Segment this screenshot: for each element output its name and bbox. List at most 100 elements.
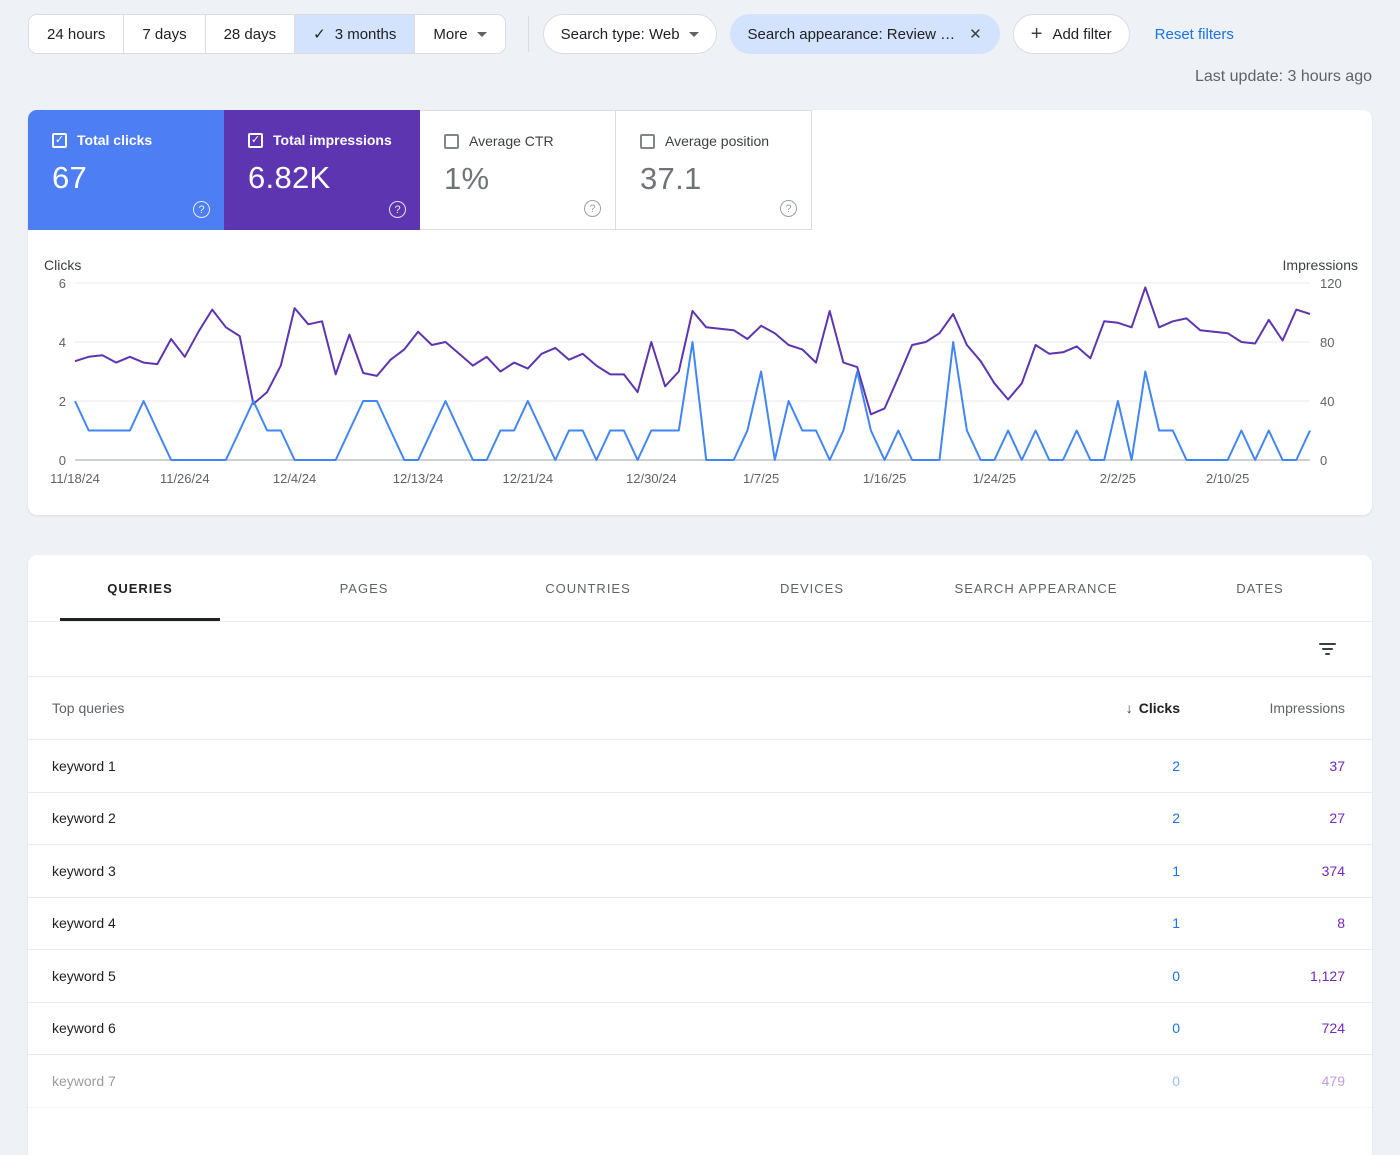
- tab-dates[interactable]: DATES: [1148, 555, 1372, 621]
- query-cell[interactable]: keyword 3: [52, 863, 1060, 879]
- performance-summary-panel: ✓Total clicks67?✓Total impressions6.82K?…: [28, 110, 1372, 515]
- filter-toolbar: 24 hours 7 days 28 days ✓3 monthsMore Searc…: [28, 14, 1372, 54]
- x-axis-tick: 11/26/24: [160, 471, 210, 486]
- column-header-clicks[interactable]: ↓Clicks: [1060, 700, 1180, 716]
- metric-cards-row: ✓Total clicks67?✓Total impressions6.82K?…: [28, 110, 1372, 230]
- date-range-7-days[interactable]: 7 days: [124, 15, 205, 53]
- query-cell[interactable]: keyword 4: [52, 915, 1060, 931]
- tab-devices[interactable]: DEVICES: [700, 555, 924, 621]
- search-type-chip[interactable]: Search type: Web: [543, 14, 717, 54]
- x-axis-tick: 12/21/24: [503, 471, 554, 486]
- tab-countries[interactable]: COUNTRIES: [476, 555, 700, 621]
- search-type-chip-label: Search type: Web: [561, 26, 680, 43]
- impressions-line-series: [75, 287, 1310, 414]
- metric-card-total-impressions[interactable]: ✓Total impressions6.82K?: [224, 110, 420, 230]
- date-range-28-days[interactable]: 28 days: [206, 15, 296, 53]
- help-icon[interactable]: ?: [389, 201, 406, 218]
- left-axis-tick: 4: [59, 335, 66, 350]
- x-axis-tick: 1/7/25: [743, 471, 779, 486]
- metric-card-average-position[interactable]: Average position 37.1?: [616, 110, 812, 230]
- impressions-cell: 27: [1180, 810, 1345, 826]
- help-icon[interactable]: ?: [780, 200, 797, 217]
- checkbox-checked-icon[interactable]: ✓: [248, 133, 263, 148]
- metric-card-average-ctr[interactable]: Average CTR1%?: [420, 110, 616, 230]
- query-cell[interactable]: keyword 7: [52, 1073, 1060, 1089]
- metric-label: Total clicks: [77, 132, 152, 148]
- table-body: keyword 1237keyword 2227keyword 31374key…: [28, 740, 1372, 1108]
- table-row[interactable]: keyword 501,127: [28, 950, 1372, 1003]
- checkbox-checked-icon[interactable]: ✓: [52, 133, 67, 148]
- table-row[interactable]: keyword 2227: [28, 793, 1372, 846]
- checkbox-unchecked-icon[interactable]: [640, 134, 655, 149]
- plus-icon: +: [1031, 24, 1043, 44]
- tab-queries[interactable]: QUERIES: [28, 555, 252, 621]
- table-toolbar: [28, 622, 1372, 677]
- metric-label: Average CTR: [469, 133, 554, 149]
- metric-label-row: ✓ Total impressions: [248, 132, 420, 148]
- impressions-cell: 1,127: [1180, 968, 1345, 984]
- help-icon[interactable]: ?: [584, 200, 601, 217]
- clicks-cell: 1: [1060, 915, 1180, 931]
- metric-label: Total impressions: [273, 132, 392, 148]
- date-range-picker: 24 hours 7 days 28 days ✓3 monthsMore: [28, 14, 506, 54]
- metric-card-total-clicks[interactable]: ✓ Total clicks 67?: [28, 110, 224, 230]
- metric-label: Average position: [665, 133, 769, 149]
- clicks-cell: 0: [1060, 968, 1180, 984]
- right-axis-title: Impressions: [1283, 257, 1358, 273]
- left-axis-tick: 2: [59, 394, 66, 409]
- last-update-text: Last update: 3 hours ago: [1195, 68, 1372, 86]
- filter-rows-icon[interactable]: [1313, 637, 1342, 661]
- reset-filters-button[interactable]: Reset filters: [1155, 26, 1234, 43]
- query-cell[interactable]: keyword 5: [52, 968, 1060, 984]
- search-console-performance-page: { "topbar": { "date_ranges": [ {"label":…: [0, 0, 1400, 1094]
- date-range-3-months[interactable]: ✓3 months: [295, 15, 415, 53]
- sort-desc-icon: ↓: [1126, 700, 1133, 716]
- date-range-label: 28 days: [224, 26, 277, 43]
- table-header-row: Top queries ↓Clicks Impressions: [28, 677, 1372, 740]
- right-axis-tick: 0: [1320, 453, 1327, 468]
- checkbox-unchecked-icon[interactable]: [444, 134, 459, 149]
- x-axis-tick: 2/2/25: [1100, 471, 1136, 486]
- clicks-cell: 2: [1060, 758, 1180, 774]
- x-axis-tick: 11/18/24: [50, 471, 100, 486]
- table-row[interactable]: keyword 70479: [28, 1055, 1372, 1108]
- query-cell[interactable]: keyword 1: [52, 758, 1060, 774]
- right-axis-tick: 80: [1320, 335, 1334, 350]
- table-row[interactable]: keyword 1237: [28, 740, 1372, 793]
- dimension-tabs: QUERIESPAGESCOUNTRIESDEVICESSEARCH APPEA…: [28, 555, 1372, 622]
- tab-pages[interactable]: PAGES: [252, 555, 476, 621]
- toolbar-divider: [528, 16, 529, 52]
- column-header-top-queries[interactable]: Top queries: [52, 700, 1060, 716]
- query-cell[interactable]: keyword 2: [52, 810, 1060, 826]
- tab-search-appearance[interactable]: SEARCH APPEARANCE: [924, 555, 1148, 621]
- close-icon[interactable]: ✕: [969, 25, 982, 43]
- date-range-label: 7 days: [142, 26, 186, 43]
- date-range-24-hours[interactable]: 24 hours: [29, 15, 124, 53]
- date-range-label: 24 hours: [47, 26, 105, 43]
- search-appearance-filter-chip[interactable]: Search appearance: Review … ✕: [730, 14, 1000, 54]
- impressions-cell: 374: [1180, 863, 1345, 879]
- query-cell[interactable]: keyword 6: [52, 1020, 1060, 1036]
- left-axis-tick: 6: [59, 276, 66, 291]
- left-axis-title: Clicks: [44, 257, 81, 273]
- help-icon[interactable]: ?: [193, 201, 210, 218]
- metric-value: 67: [52, 160, 224, 196]
- table-row[interactable]: keyword 418: [28, 898, 1372, 951]
- date-range-more[interactable]: More: [415, 15, 504, 53]
- table-row[interactable]: keyword 31374: [28, 845, 1372, 898]
- right-axis-tick: 40: [1320, 394, 1334, 409]
- metric-value: 37.1: [640, 161, 811, 197]
- search-appearance-chip-label: Search appearance: Review …: [748, 26, 956, 43]
- x-axis-tick: 12/30/24: [626, 471, 677, 486]
- x-axis-tick: 12/4/24: [273, 471, 316, 486]
- x-axis-tick: 12/13/24: [393, 471, 444, 486]
- date-range-label: 3 months: [335, 26, 397, 43]
- table-row[interactable]: keyword 60724: [28, 1003, 1372, 1056]
- add-filter-button[interactable]: + Add filter: [1013, 14, 1130, 54]
- x-axis-tick: 2/10/25: [1206, 471, 1249, 486]
- column-header-impressions[interactable]: Impressions: [1180, 700, 1345, 716]
- dimensions-table-panel: QUERIESPAGESCOUNTRIESDEVICESSEARCH APPEA…: [28, 555, 1372, 1155]
- clicks-cell: 0: [1060, 1073, 1180, 1089]
- clicks-cell: 1: [1060, 863, 1180, 879]
- impressions-cell: 479: [1180, 1073, 1345, 1089]
